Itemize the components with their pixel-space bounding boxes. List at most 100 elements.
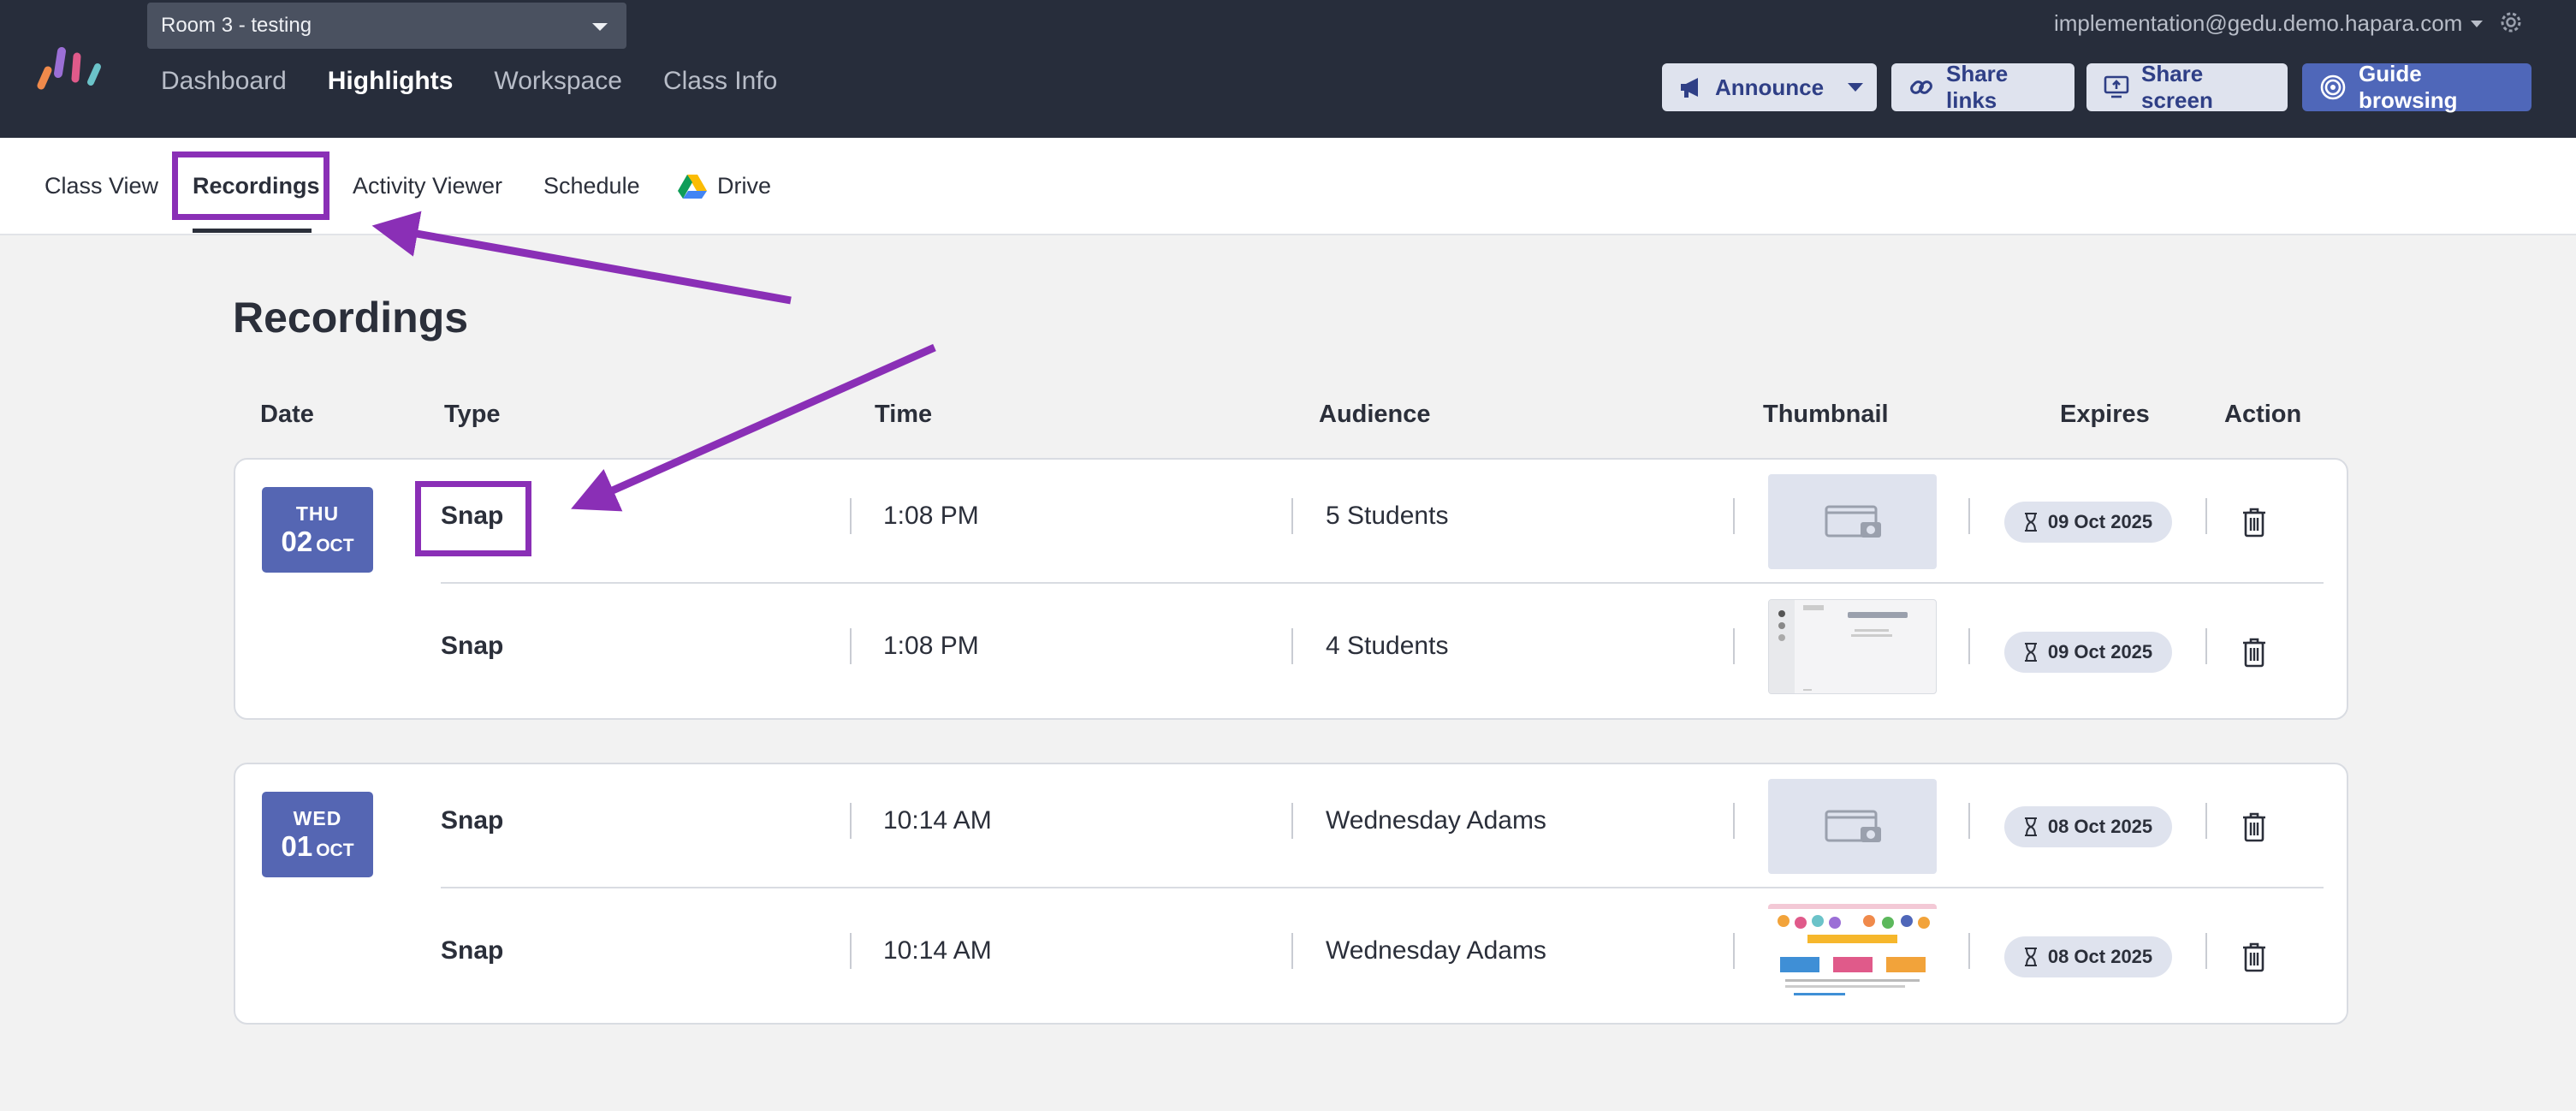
recording-type: Snap	[441, 936, 504, 965]
column-header-type: Type	[444, 401, 501, 428]
date-badge-weekday: THU	[295, 502, 340, 525]
recording-type: Snap	[441, 632, 504, 660]
column-divider	[2205, 933, 2207, 969]
main-nav: Dashboard Highlights Workspace Class Inf…	[161, 67, 777, 96]
column-divider	[1968, 628, 1970, 664]
trash-icon[interactable]	[2241, 942, 2267, 972]
active-tab-indicator	[193, 229, 312, 233]
nav-class-info[interactable]: Class Info	[663, 67, 777, 96]
page-title: Recordings	[233, 294, 469, 342]
expires-date: 08 Oct 2025	[2047, 816, 2153, 837]
table-row: Snap 1:08 PM 5 Students 09 Oct 2025	[441, 460, 2324, 572]
chevron-down-icon	[592, 23, 608, 31]
column-divider	[850, 933, 852, 969]
share-links-button[interactable]: Share links	[1891, 61, 2074, 113]
room-selector-value: Room 3 - testing	[161, 14, 312, 37]
share-screen-button[interactable]: Share screen	[2086, 61, 2288, 113]
column-divider	[2205, 628, 2207, 664]
recording-type: Snap	[441, 806, 504, 835]
recording-thumbnail[interactable]	[1768, 904, 1937, 999]
account-menu[interactable]: implementation@gedu.demo.hapara.com	[2054, 10, 2484, 37]
column-divider	[850, 803, 852, 839]
gear-icon[interactable]	[2497, 9, 2525, 36]
placeholder-image-icon	[1825, 505, 1881, 538]
row-divider	[441, 582, 2324, 584]
arrow-to-recordings-tab	[371, 211, 792, 305]
tab-drive[interactable]: Drive	[678, 138, 771, 234]
column-divider	[1733, 803, 1735, 839]
table-row: Snap 10:14 AM Wednesday Adams 08 Oct 202…	[441, 765, 2324, 876]
column-divider	[850, 628, 852, 664]
column-divider	[1968, 803, 1970, 839]
table-row: Snap 10:14 AM Wednesday Adams 08 Oct 202…	[441, 895, 2324, 1007]
column-header-audience: Audience	[1319, 401, 1431, 428]
screenshot-preview	[1769, 600, 1908, 693]
column-divider	[1291, 803, 1293, 839]
column-divider	[2205, 498, 2207, 534]
expires-date: 09 Oct 2025	[2047, 511, 2153, 532]
expires-badge: 08 Oct 2025	[2004, 806, 2172, 847]
column-divider	[2205, 803, 2207, 839]
recording-time: 10:14 AM	[883, 806, 992, 835]
date-badge: THU 02 OCT	[262, 487, 373, 573]
trash-icon[interactable]	[2241, 637, 2267, 668]
nav-workspace[interactable]: Workspace	[494, 67, 622, 96]
column-divider	[1291, 628, 1293, 664]
recording-time: 10:14 AM	[883, 936, 992, 965]
chevron-down-icon	[1848, 83, 1864, 92]
guide-browsing-button[interactable]: Guide browsing	[2302, 61, 2531, 113]
trash-icon[interactable]	[2241, 507, 2267, 538]
link-icon	[1910, 80, 1932, 94]
expires-badge: 09 Oct 2025	[2004, 632, 2172, 673]
column-divider	[1968, 498, 1970, 534]
hourglass-icon	[2024, 817, 2037, 836]
hourglass-icon	[2024, 643, 2037, 662]
announce-label: Announce	[1715, 74, 1825, 100]
recording-thumbnail[interactable]	[1768, 474, 1937, 569]
webpage-preview	[1768, 904, 1937, 995]
column-header-thumbnail: Thumbnail	[1763, 401, 1889, 428]
target-icon	[2320, 74, 2346, 100]
tab-activity-viewer[interactable]: Activity Viewer	[353, 138, 502, 234]
column-header-action: Action	[2224, 401, 2302, 428]
expires-badge: 08 Oct 2025	[2004, 936, 2172, 977]
row-divider	[441, 887, 2324, 888]
highlight-box-recordings-tab	[172, 152, 329, 220]
recording-audience: 5 Students	[1326, 502, 1449, 530]
tab-schedule[interactable]: Schedule	[543, 138, 640, 234]
column-divider	[850, 498, 852, 534]
recording-group-card: THU 02 OCT Snap 1:08 PM 5 Students 09 Oct…	[234, 458, 2348, 720]
nav-highlights[interactable]: Highlights	[328, 67, 454, 96]
placeholder-image-icon	[1825, 810, 1881, 842]
room-selector[interactable]: Room 3 - testing	[147, 3, 626, 49]
highlight-box-snap-type	[415, 481, 531, 556]
top-bar: Room 3 - testing Dashboard Highlights Wo…	[0, 0, 2576, 138]
column-header-expires: Expires	[2060, 401, 2150, 428]
nav-dashboard[interactable]: Dashboard	[161, 67, 287, 96]
date-badge-month: OCT	[316, 841, 354, 860]
trash-icon[interactable]	[2241, 811, 2267, 842]
recording-thumbnail[interactable]	[1768, 599, 1937, 694]
screen-share-icon	[2104, 75, 2129, 98]
recording-group-card: WED 01 OCT Snap 10:14 AM Wednesday Adams …	[234, 763, 2348, 1025]
expires-badge: 09 Oct 2025	[2004, 502, 2172, 543]
account-email: implementation@gedu.demo.hapara.com	[2054, 10, 2463, 36]
share-links-label: Share links	[1946, 61, 2009, 113]
column-header-date: Date	[260, 401, 314, 428]
date-badge-month: OCT	[316, 536, 354, 556]
date-badge-weekday: WED	[293, 807, 342, 829]
column-divider	[1733, 933, 1735, 969]
chevron-down-icon	[2471, 20, 2484, 27]
recording-time: 1:08 PM	[883, 502, 979, 530]
recording-time: 1:08 PM	[883, 632, 979, 660]
google-drive-icon	[678, 175, 707, 199]
expires-date: 09 Oct 2025	[2047, 641, 2153, 662]
column-divider	[1291, 498, 1293, 534]
column-divider	[1733, 628, 1735, 664]
hourglass-icon	[2024, 513, 2037, 532]
recording-thumbnail[interactable]	[1768, 779, 1937, 874]
tab-class-view[interactable]: Class View	[45, 138, 158, 234]
table-row: Snap 1:08 PM 4 Students 09 Oct 2025	[441, 591, 2324, 702]
announce-button[interactable]: Announce	[1662, 63, 1877, 111]
expires-date: 08 Oct 2025	[2047, 946, 2153, 967]
